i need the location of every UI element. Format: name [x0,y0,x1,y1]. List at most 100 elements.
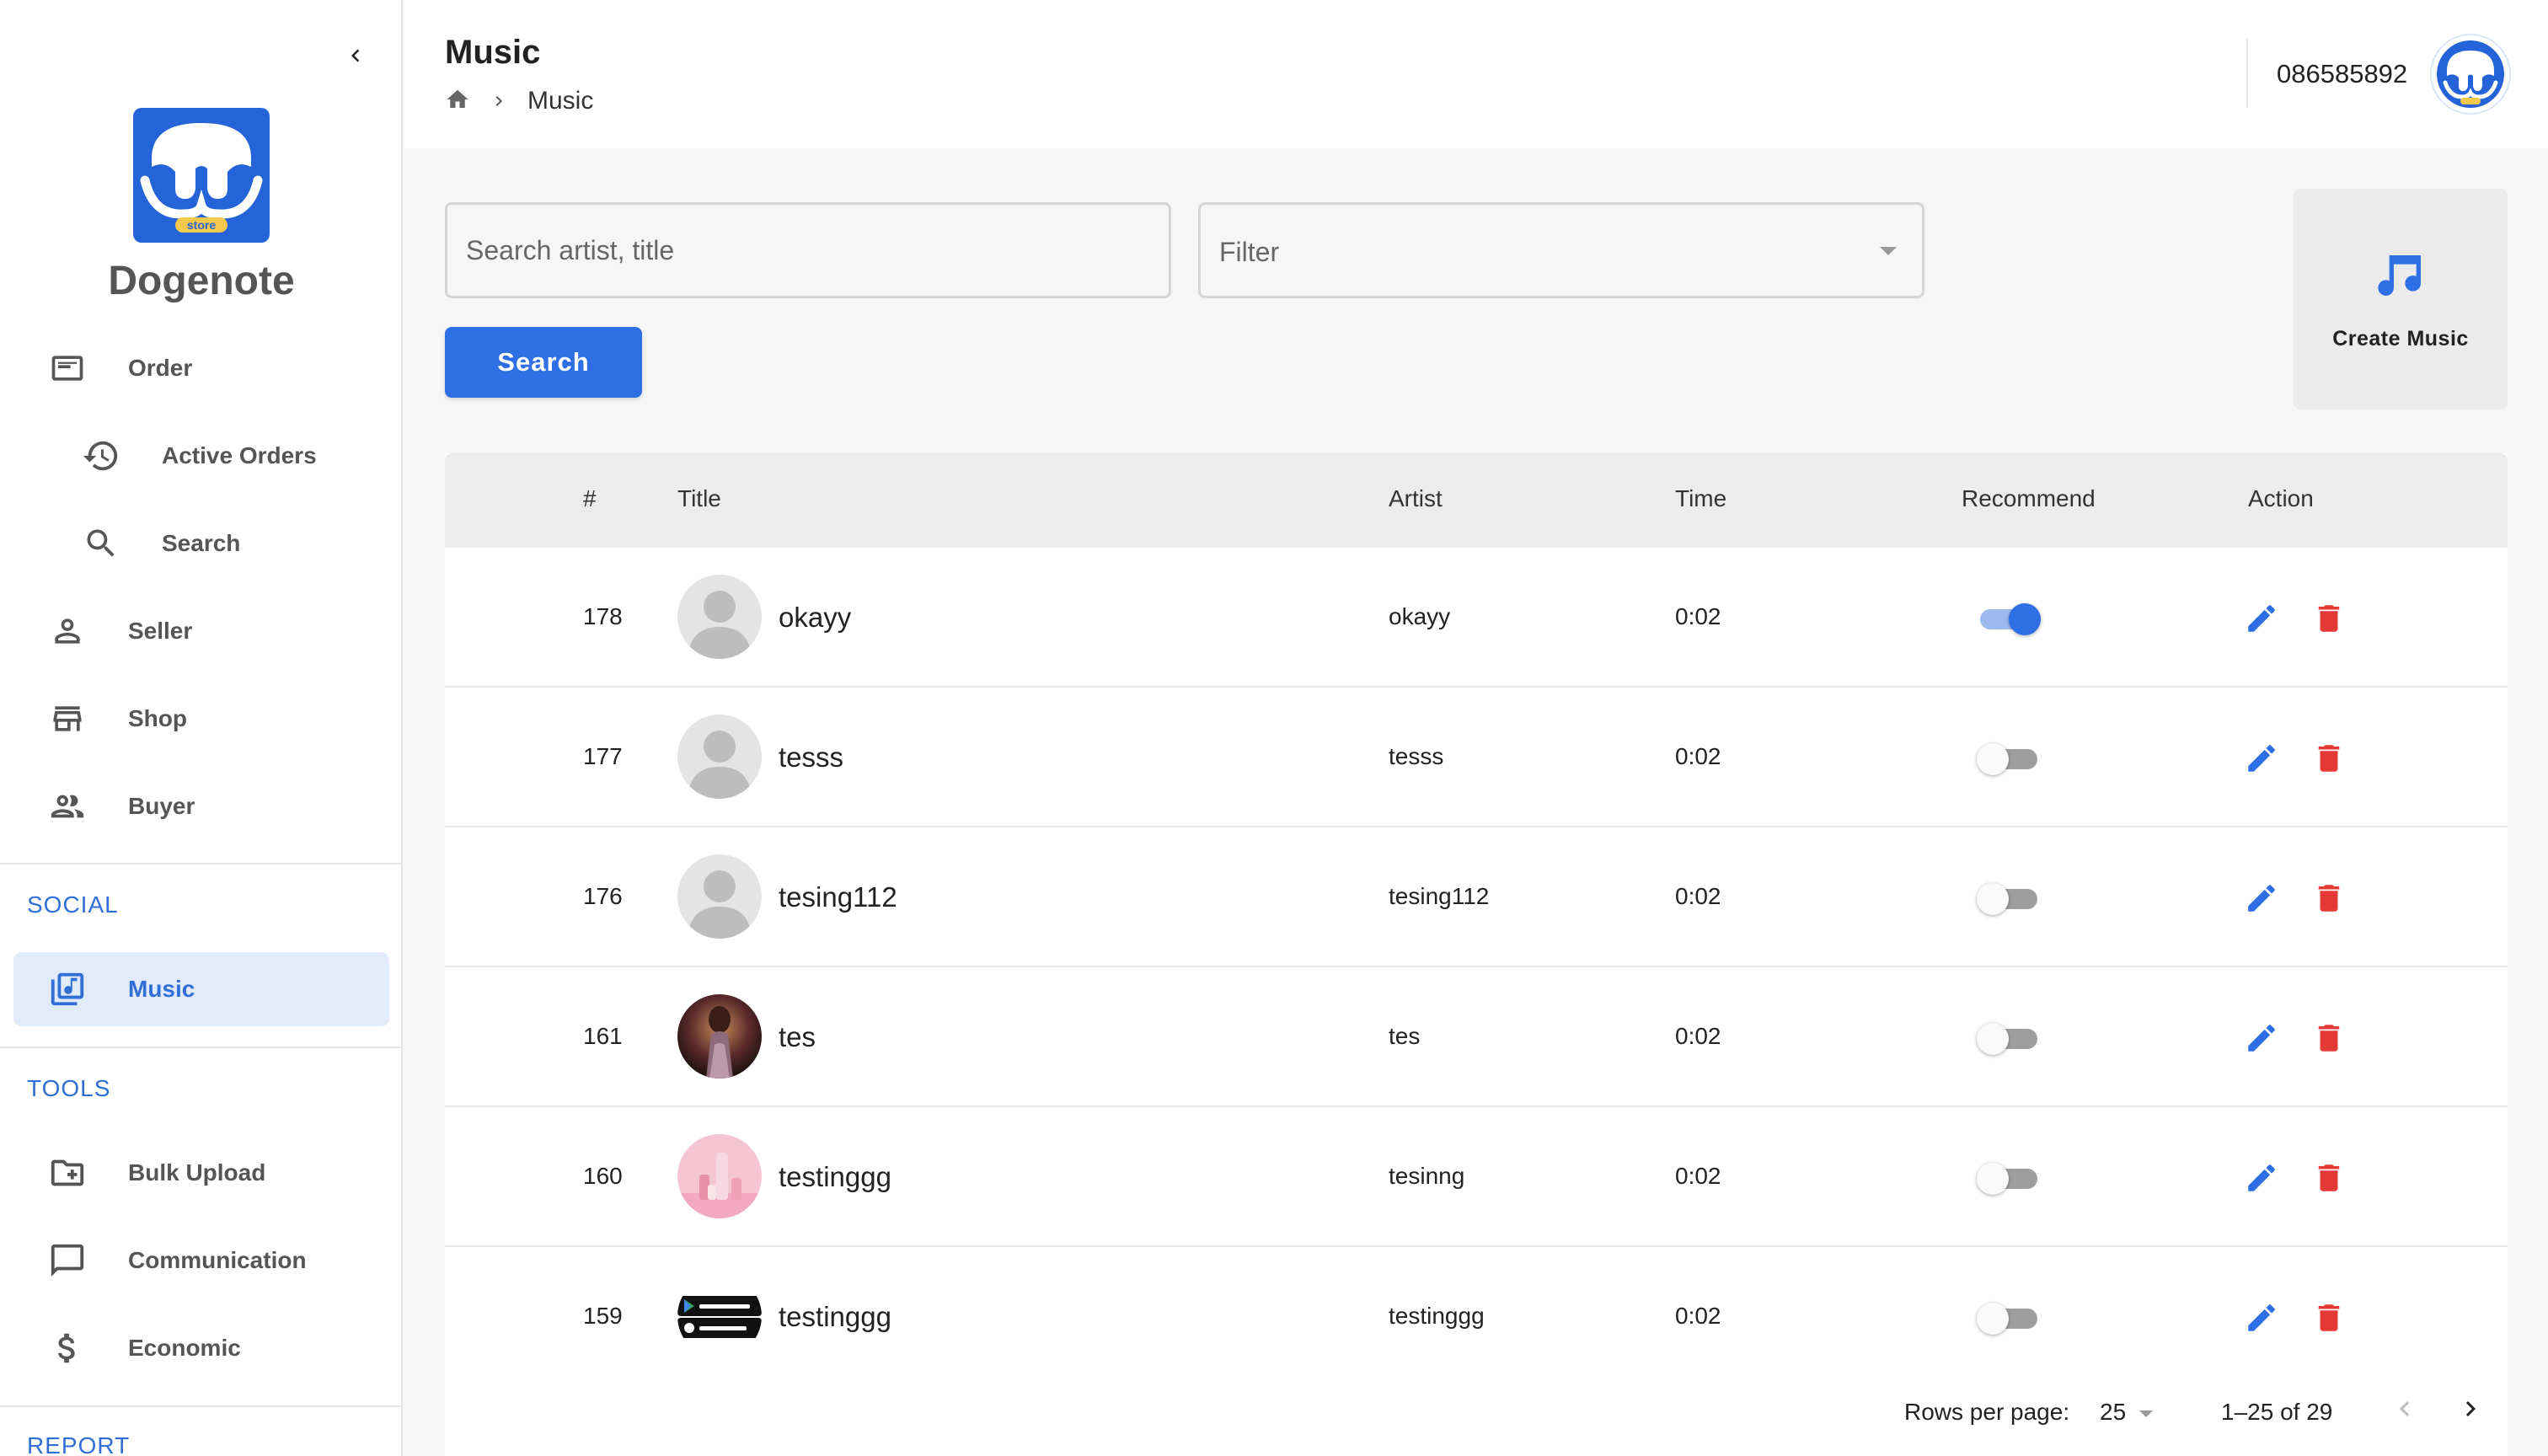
delete-icon[interactable] [2309,1298,2349,1338]
create-music-label: Create Music [2332,327,2469,351]
column-header-title[interactable]: Title [677,485,721,512]
dropdown-arrow-icon [2139,1410,2154,1417]
user-avatar-logo [2437,40,2504,108]
filter-placeholder: Filter [1219,237,1280,267]
row-title: okayy [779,602,852,633]
rows-per-page-label: Rows per page: [1904,1399,2070,1425]
column-header-time[interactable]: Time [1675,485,1726,512]
prev-page-button[interactable] [2390,1394,2420,1441]
table-row[interactable]: 161 tes tes 0:02 [445,967,2508,1107]
user-phone: 086585892 [2277,59,2408,88]
receipt-icon [47,348,88,388]
sidebar-item-active-orders[interactable]: Active Orders [0,418,401,494]
delete-icon[interactable] [2309,598,2349,639]
section-label-social: SOCIAL [27,891,119,918]
filter-select[interactable]: Filter [1198,202,1924,298]
row-artist: tesss [1389,743,1444,769]
default-avatar-thumbnail [677,854,762,939]
music-table: # Title Artist Time Recommend Action 178… [445,453,2508,1456]
edit-icon[interactable] [2241,598,2282,639]
section-label-report: REPORT [27,1432,131,1456]
row-title: testinggg [779,1161,891,1192]
person-icon [47,611,88,651]
sidebar-divider [0,863,401,864]
row-time: 0:02 [1675,1023,1721,1049]
recommend-toggle[interactable] [1977,1161,2041,1195]
sidebar-item-economic[interactable]: Economic [0,1310,401,1386]
sidebar-divider [0,1405,401,1407]
edit-icon[interactable] [2241,1298,2282,1338]
sidebar-item-buyer[interactable]: Buyer [0,768,401,844]
row-time: 0:02 [1675,743,1721,769]
row-title: testinggg [779,1301,891,1332]
sidebar-item-music[interactable]: Music [0,951,401,1027]
dollar-icon [47,1328,88,1368]
recommend-toggle[interactable] [1977,1301,2041,1335]
table-row[interactable]: 176 tesing112 tesing112 0:02 [445,827,2508,967]
delete-icon[interactable] [2309,878,2349,918]
row-id: 178 [583,603,623,629]
column-header-artist[interactable]: Artist [1389,485,1443,512]
avatar[interactable] [2430,34,2511,115]
row-time: 0:02 [1675,603,1721,629]
recommend-toggle[interactable] [1977,881,2041,915]
chevron-right-icon [489,91,509,111]
collapse-sidebar-button[interactable] [337,37,374,74]
section-label-tools: TOOLS [27,1075,111,1101]
table-row[interactable]: 160 testinggg tesinng 0:02 [445,1107,2508,1247]
rows-per-page-select[interactable]: 25 [2100,1399,2154,1446]
photo-thumbnail [677,1134,762,1218]
search-input[interactable] [466,205,1140,296]
search-icon [81,523,121,564]
search-button[interactable]: Search [445,327,642,398]
sidebar-item-label: Shop [128,705,187,731]
row-artist: tesinng [1389,1163,1465,1189]
row-time: 0:02 [1675,1303,1721,1329]
recommend-toggle[interactable] [1977,1021,2041,1055]
people-icon [47,786,88,827]
column-header-action[interactable]: Action [2248,485,2314,512]
create-music-button[interactable]: Create Music [2294,189,2508,410]
recommend-toggle[interactable] [1977,602,2041,635]
table-row[interactable]: 159 testinggg testinggg 0:02 [445,1247,2508,1387]
edit-icon[interactable] [2241,878,2282,918]
row-time: 0:02 [1675,1163,1721,1189]
store-icon [47,699,88,739]
table-header: # Title Artist Time Recommend Action [445,453,2508,548]
sidebar-item-search[interactable]: Search [0,506,401,581]
recommend-toggle[interactable] [1977,741,2041,775]
delete-icon[interactable] [2309,738,2349,779]
sidebar-item-seller[interactable]: Seller [0,593,401,669]
music-note-icon [2374,244,2428,311]
edit-icon[interactable] [2241,1158,2282,1198]
sidebar-divider [0,1046,401,1048]
table-row[interactable]: 178 okayy okayy 0:02 [445,548,2508,688]
sidebar-item-communication[interactable]: Communication [0,1223,401,1298]
logo-badge-text: store [186,218,217,232]
sidebar-item-label: Order [128,355,193,381]
row-id: 177 [583,743,623,769]
breadcrumb-current: Music [527,87,594,115]
row-title: tesss [779,741,844,773]
pagination-range: 1–25 of 29 [2221,1399,2333,1425]
column-header-id[interactable]: # [583,485,597,512]
edit-icon[interactable] [2241,1018,2282,1058]
sidebar-item-bulk-upload[interactable]: Bulk Upload [0,1135,401,1211]
chevron-right-icon [2465,1401,2476,1416]
home-icon[interactable] [445,87,470,116]
delete-icon[interactable] [2309,1158,2349,1198]
delete-icon[interactable] [2309,1018,2349,1058]
history-icon [81,436,121,476]
dropdown-arrow-icon [1880,247,1897,255]
sidebar-item-shop[interactable]: Shop [0,681,401,757]
app-badges-thumbnail [677,1274,762,1358]
sidebar-item-order[interactable]: Order [0,330,401,406]
column-header-recommend[interactable]: Recommend [1962,485,2096,512]
header-divider [2246,39,2248,108]
table-row[interactable]: 177 tesss tesss 0:02 [445,688,2508,827]
next-page-button[interactable] [2455,1394,2486,1441]
row-artist: tes [1389,1023,1421,1049]
top-header: Music Music 086585892 [404,0,2548,148]
edit-icon[interactable] [2241,738,2282,779]
sidebar-item-label: Search [162,530,241,556]
